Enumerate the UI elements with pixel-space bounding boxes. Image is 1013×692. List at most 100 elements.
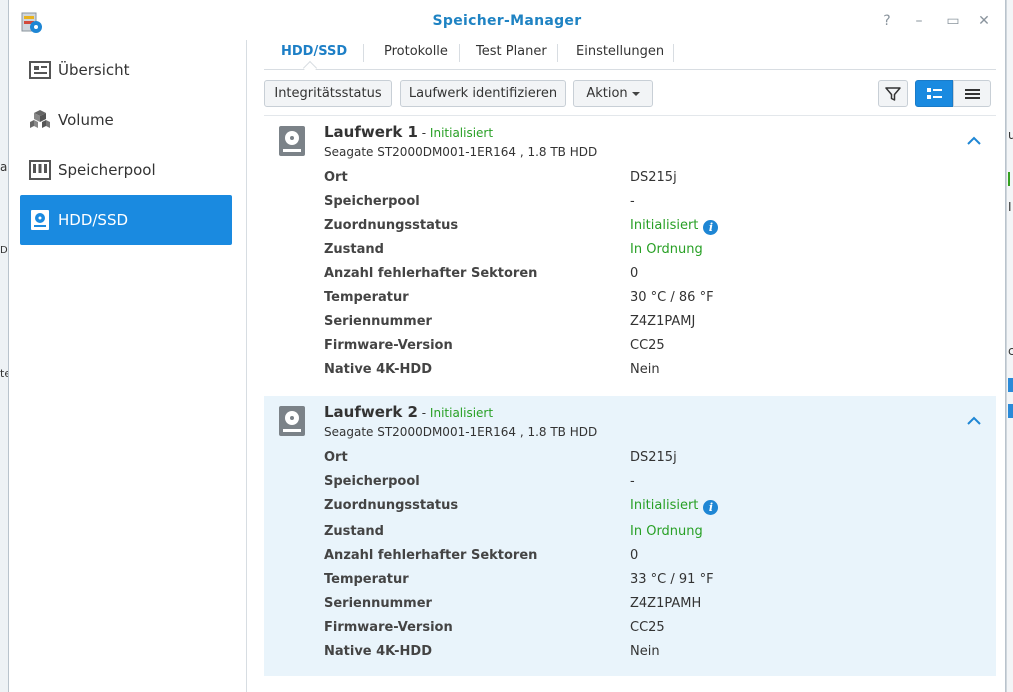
tab-separator <box>459 44 460 62</box>
detail-label: Temperatur <box>324 290 409 305</box>
tab-einstellungen[interactable]: Einstellungen <box>576 44 664 70</box>
detail-value: - <box>630 194 635 209</box>
list-view-icon <box>965 89 980 99</box>
detail-row: Seriennummer Z4Z1PAMH <box>324 594 974 616</box>
overview-icon <box>29 61 51 79</box>
chevron-up-icon[interactable] <box>964 131 984 151</box>
tab-separator <box>673 44 674 62</box>
detail-value: 33 °C / 91 °F <box>630 572 714 587</box>
detail-label: Firmware-Version <box>324 338 453 353</box>
bg-text-fragment: I <box>1008 200 1012 214</box>
filter-icon <box>885 87 901 101</box>
detail-label: Speicherpool <box>324 474 420 489</box>
detail-value: Z4Z1PAMJ <box>630 314 696 329</box>
list-view-button[interactable] <box>953 80 991 107</box>
action-dropdown[interactable]: Aktion <box>573 80 653 107</box>
bg-blue-block <box>1008 378 1013 392</box>
bg-text-fragment: u <box>1008 128 1013 142</box>
filter-button[interactable] <box>878 80 908 107</box>
drive-name: Laufwerk 2 - Initialisiert <box>324 403 493 421</box>
background-window-right: u I c <box>1006 0 1013 692</box>
caret-down-icon <box>631 91 640 96</box>
detail-row: Anzahl fehlerhafter Sektoren 0 <box>324 264 974 286</box>
storage-pool-icon <box>29 160 51 180</box>
integrity-status-button[interactable]: Integritätsstatus <box>264 80 392 107</box>
help-button[interactable]: ? <box>877 11 897 31</box>
detail-label: Zustand <box>324 524 384 539</box>
info-icon[interactable]: i <box>703 500 719 515</box>
close-button[interactable]: ✕ <box>974 11 994 31</box>
maximize-button[interactable]: ▭ <box>943 11 963 31</box>
detail-label: Native 4K-HDD <box>324 644 432 659</box>
detail-label: Seriennummer <box>324 596 432 611</box>
drive-model: Seagate ST2000DM001-1ER164 , 1.8 TB HDD <box>324 145 598 159</box>
detail-value-status: Initialisiert i <box>630 218 719 235</box>
tab-protokolle[interactable]: Protokolle <box>384 44 448 70</box>
drive-model: Seagate ST2000DM001-1ER164 , 1.8 TB HDD <box>324 425 598 439</box>
tab-bar: HDD/SSD Protokolle Test Planer Einstellu… <box>264 40 996 76</box>
hdd-icon <box>31 210 49 230</box>
detail-row: Native 4K-HDD Nein <box>324 642 974 664</box>
minimize-button[interactable]: – <box>909 11 929 31</box>
drive-card-2[interactable]: Laufwerk 2 - Initialisiert Seagate ST200… <box>264 396 996 676</box>
drive-name-separator: - <box>417 406 430 420</box>
sidebar-item-hdd-ssd[interactable]: HDD/SSD <box>20 195 232 245</box>
detail-value: - <box>630 474 635 489</box>
detail-row: Zustand In Ordnung <box>324 240 974 262</box>
detail-value: 0 <box>630 266 639 281</box>
detail-label: Zustand <box>324 242 384 257</box>
bg-blue-block <box>1008 404 1013 418</box>
hdd-icon <box>279 126 305 156</box>
title-bar[interactable]: Speicher-Manager ? – ▭ ✕ <box>9 0 1005 40</box>
detail-value: Nein <box>630 362 660 377</box>
detail-view-button[interactable] <box>915 80 953 107</box>
detail-row: Firmware-Version CC25 <box>324 336 974 358</box>
drive-name-text: Laufwerk 2 <box>324 403 418 421</box>
identify-drive-button[interactable]: Laufwerk identifizieren <box>400 80 566 107</box>
drive-card-1[interactable]: Laufwerk 1 - Initialisiert Seagate ST200… <box>264 116 996 394</box>
detail-row: Anzahl fehlerhafter Sektoren 0 <box>324 546 974 568</box>
detail-row: Zustand In Ordnung <box>324 522 974 544</box>
drive-status: Initialisiert <box>429 126 494 140</box>
detail-label: Temperatur <box>324 572 409 587</box>
drive-name-separator: - <box>417 126 430 140</box>
detail-value: CC25 <box>630 338 665 353</box>
detail-row: Temperatur 33 °C / 91 °F <box>324 570 974 592</box>
detail-value: Nein <box>630 644 660 659</box>
info-icon[interactable]: i <box>703 220 719 235</box>
sidebar-item-volume[interactable]: Volume <box>20 95 232 145</box>
sidebar-item-label: Volume <box>58 111 114 129</box>
sidebar-item-label: Übersicht <box>58 61 130 79</box>
detail-row: Zuordnungsstatus Initialisiert i <box>324 216 974 238</box>
detail-row: Temperatur 30 °C / 86 °F <box>324 288 974 310</box>
sidebar-item-storage-pool[interactable]: Speicherpool <box>20 145 232 195</box>
detail-row: Ort DS215j <box>324 448 974 470</box>
volume-icon <box>30 110 50 128</box>
detail-label: Seriennummer <box>324 314 432 329</box>
detail-label: Ort <box>324 450 348 465</box>
detail-value: In Ordnung <box>630 242 703 257</box>
hdd-icon <box>279 406 305 436</box>
tab-test-planer[interactable]: Test Planer <box>476 44 547 70</box>
sidebar-item-overview[interactable]: Übersicht <box>20 45 232 95</box>
detail-label: Ort <box>324 170 348 185</box>
sidebar-item-label: HDD/SSD <box>58 211 129 229</box>
chevron-up-icon[interactable] <box>964 411 984 431</box>
detail-label: Speicherpool <box>324 194 420 209</box>
detail-row: Speicherpool - <box>324 192 974 214</box>
detail-label: Zuordnungsstatus <box>324 498 459 513</box>
drive-status: Initialisiert <box>429 406 494 420</box>
drive-name-text: Laufwerk 1 <box>324 123 418 141</box>
detail-row: Zuordnungsstatus Initialisiert i <box>324 496 974 518</box>
main-panel: HDD/SSD Protokolle Test Planer Einstellu… <box>247 40 1005 692</box>
drive-name: Laufwerk 1 - Initialisiert <box>324 123 493 141</box>
status-text: Initialisiert <box>630 218 699 233</box>
detail-value: CC25 <box>630 620 665 635</box>
detail-value: 30 °C / 86 °F <box>630 290 714 305</box>
detail-value: In Ordnung <box>630 524 703 539</box>
detail-label: Native 4K-HDD <box>324 362 432 377</box>
detail-row: Firmware-Version CC25 <box>324 618 974 640</box>
detail-row: Native 4K-HDD Nein <box>324 360 974 382</box>
detail-value: DS215j <box>630 450 677 465</box>
detail-row: Speicherpool - <box>324 472 974 494</box>
